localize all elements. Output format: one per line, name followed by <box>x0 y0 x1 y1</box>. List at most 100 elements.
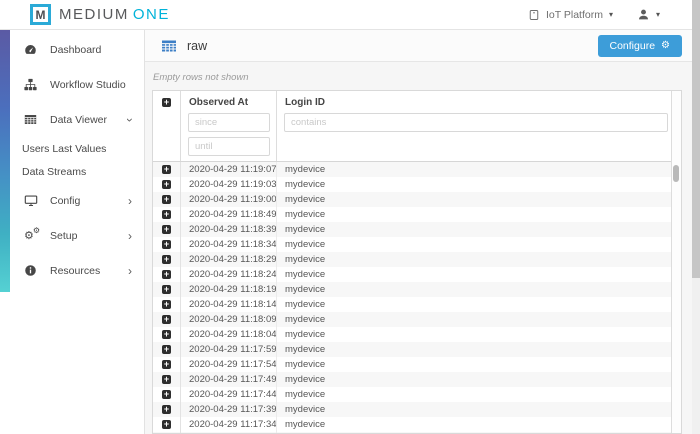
table-row-partial <box>153 432 681 433</box>
expand-cell: + <box>153 162 181 177</box>
expand-row-button[interactable]: + <box>162 360 171 369</box>
monitor-icon <box>24 194 39 207</box>
expand-row-button[interactable]: + <box>162 195 171 204</box>
login-id-cell: mydevice <box>277 372 681 387</box>
sidebar-item-dashboard[interactable]: Dashboard <box>0 32 144 67</box>
sidebar-item-label: Users Last Values <box>22 143 106 155</box>
expand-row-button[interactable]: + <box>162 180 171 189</box>
page-scrollbar-thumb[interactable] <box>692 0 700 278</box>
login-id-cell: mydevice <box>277 327 681 342</box>
expand-cell: + <box>153 237 181 252</box>
top-bar: M MEDIUMONE IoT Platform ▾ ▾ <box>0 0 700 30</box>
page-scrollbar[interactable] <box>692 0 700 434</box>
page-header: raw Configure ⚙ <box>145 30 700 62</box>
sidebar-item-data-viewer[interactable]: Data Viewer › <box>0 102 144 137</box>
sidebar-item-label: Config <box>50 195 80 207</box>
login-id-cell: mydevice <box>277 357 681 372</box>
expand-cell: + <box>153 372 181 387</box>
sidebar-accent-strip <box>0 30 10 292</box>
empty-rows-note: Empty rows not shown <box>145 62 700 90</box>
expand-row-button[interactable]: + <box>162 210 171 219</box>
sidebar-item-workflow-studio[interactable]: Workflow Studio <box>0 67 144 102</box>
expand-cell: + <box>153 282 181 297</box>
expand-row-button[interactable]: + <box>162 330 171 339</box>
chevron-right-icon: › <box>128 195 132 207</box>
table-row: +2020-04-29 11:19:07mydevice <box>153 162 681 177</box>
table-row: +2020-04-29 11:18:49mydevice <box>153 207 681 222</box>
sidebar-item-setup[interactable]: ⚙⚙ Setup › <box>0 218 144 253</box>
configure-button[interactable]: Configure ⚙ <box>598 35 683 57</box>
expand-row-button[interactable]: + <box>162 345 171 354</box>
logo-text: MEDIUMONE <box>59 6 170 23</box>
page-title: raw <box>187 39 207 53</box>
observed-at-cell: 2020-04-29 11:18:34 <box>181 237 277 252</box>
login-id-cell <box>277 432 681 433</box>
expand-row-button[interactable]: + <box>162 420 171 429</box>
expand-cell: + <box>153 342 181 357</box>
login-id-cell: mydevice <box>277 207 681 222</box>
observed-at-cell: 2020-04-29 11:17:39 <box>181 402 277 417</box>
sidebar-item-resources[interactable]: Resources › <box>0 253 144 288</box>
sidebar-item-label: Resources <box>50 265 100 277</box>
logo[interactable]: M MEDIUMONE <box>30 4 170 25</box>
expand-row-button[interactable]: + <box>162 300 171 309</box>
table-row: +2020-04-29 11:19:03mydevice <box>153 177 681 192</box>
sidebar-item-config[interactable]: Config › <box>0 183 144 218</box>
table-body: +2020-04-29 11:19:07mydevice+2020-04-29 … <box>153 162 681 433</box>
table-row: +2020-04-29 11:17:34mydevice <box>153 417 681 432</box>
expand-cell: + <box>153 177 181 192</box>
table-row: +2020-04-29 11:18:19mydevice <box>153 282 681 297</box>
since-filter-input[interactable] <box>188 113 270 132</box>
sidebar-item-label: Workflow Studio <box>50 79 126 91</box>
chevron-right-icon: › <box>128 230 132 242</box>
observed-at-cell: 2020-04-29 11:19:00 <box>181 192 277 207</box>
table-row: +2020-04-29 11:17:49mydevice <box>153 372 681 387</box>
expand-row-button[interactable]: + <box>162 405 171 414</box>
observed-at-header-cell: Observed At <box>181 91 277 161</box>
data-table: + Observed At Login ID +2020-04-29 11:19… <box>152 90 682 434</box>
sidebar-item-data-streams[interactable]: Data Streams <box>0 160 144 183</box>
contains-filter-input[interactable] <box>284 113 668 132</box>
table-scrollbar[interactable] <box>671 91 681 433</box>
user-menu[interactable]: ▾ <box>637 8 660 21</box>
login-id-cell: mydevice <box>277 417 681 432</box>
sidebar-item-label: Setup <box>50 230 77 242</box>
table-header: + Observed At Login ID <box>153 91 681 162</box>
platform-menu[interactable]: IoT Platform ▾ <box>528 9 613 21</box>
until-filter-input[interactable] <box>188 137 270 156</box>
expand-cell: + <box>153 417 181 432</box>
sidebar-item-users-last-values[interactable]: Users Last Values <box>0 137 144 160</box>
login-id-cell: mydevice <box>277 252 681 267</box>
expand-row-button[interactable]: + <box>162 375 171 384</box>
caret-down-icon: ▾ <box>609 11 613 19</box>
gauge-icon <box>24 43 39 56</box>
expand-all-button[interactable]: + <box>162 98 171 107</box>
login-id-cell: mydevice <box>277 192 681 207</box>
observed-at-cell: 2020-04-29 11:18:09 <box>181 312 277 327</box>
chevron-right-icon: › <box>128 265 132 277</box>
observed-at-cell: 2020-04-29 11:19:07 <box>181 162 277 177</box>
expand-row-button[interactable]: + <box>162 285 171 294</box>
expand-row-button[interactable]: + <box>162 390 171 399</box>
platform-label: IoT Platform <box>546 9 603 21</box>
expand-row-button[interactable]: + <box>162 240 171 249</box>
table-row: +2020-04-29 11:17:59mydevice <box>153 342 681 357</box>
expand-cell: + <box>153 207 181 222</box>
expand-row-button[interactable]: + <box>162 225 171 234</box>
observed-at-cell: 2020-04-29 11:17:44 <box>181 387 277 402</box>
expand-cell: + <box>153 267 181 282</box>
chevron-down-icon: › <box>124 118 136 122</box>
login-id-cell: mydevice <box>277 297 681 312</box>
expand-cell: + <box>153 192 181 207</box>
expand-row-button[interactable]: + <box>162 270 171 279</box>
observed-at-cell: 2020-04-29 11:18:19 <box>181 282 277 297</box>
expand-header-cell: + <box>153 91 181 161</box>
login-id-cell: mydevice <box>277 177 681 192</box>
expand-row-button[interactable]: + <box>162 315 171 324</box>
expand-cell: + <box>153 327 181 342</box>
login-id-cell: mydevice <box>277 282 681 297</box>
expand-row-button[interactable]: + <box>162 165 171 174</box>
table-scrollbar-thumb[interactable] <box>673 165 679 182</box>
login-id-cell: mydevice <box>277 267 681 282</box>
expand-row-button[interactable]: + <box>162 255 171 264</box>
